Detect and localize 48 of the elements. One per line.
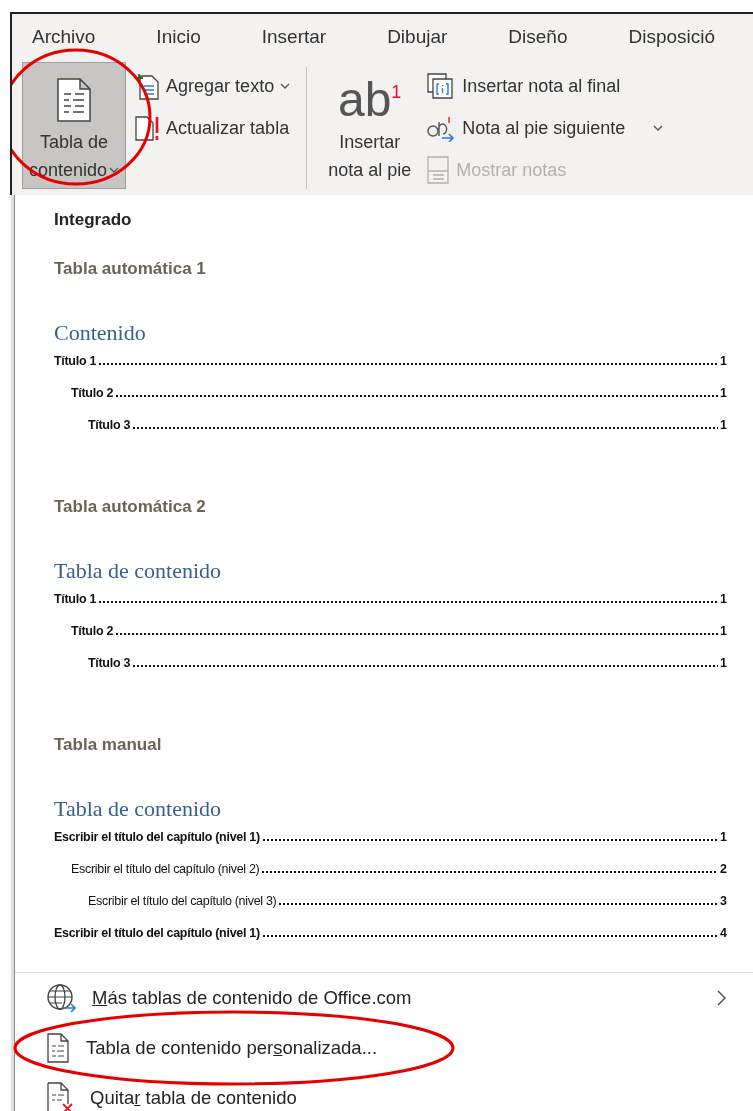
next-footnote-icon <box>426 114 457 142</box>
page-number: 2 <box>720 862 727 876</box>
toc-heading: Tabla de contenido <box>54 795 223 823</box>
page-number: 3 <box>720 894 727 908</box>
ribbon-button[interactable]: Nota al pie siguiente <box>424 108 666 148</box>
page-number: 1 <box>720 418 727 432</box>
page-number: 1 <box>720 354 727 368</box>
toc-heading: Contenido <box>54 319 147 347</box>
section-header: Integrado <box>54 209 133 231</box>
page-number: 1 <box>720 830 727 844</box>
toc-entry-title: Título 3 <box>88 656 131 670</box>
menu-item[interactable]: Más tablas de contenido de Office.com <box>15 973 753 1023</box>
ribbon-large-button[interactable]: Tabla de contenido <box>22 62 127 189</box>
remove-document-icon <box>46 1082 74 1111</box>
page-number: 1 <box>720 386 727 400</box>
notes-icon <box>426 155 451 185</box>
document-icon <box>46 1033 70 1063</box>
page-number: 4 <box>720 926 727 940</box>
ribbon-tab[interactable]: Dibujar <box>387 21 448 55</box>
toc-heading: Tabla de contenido <box>54 557 223 585</box>
ribbon-button[interactable]: Actualizar tabla <box>132 108 293 148</box>
ribbon-button[interactable]: Agregar texto <box>132 66 293 106</box>
globe-icon <box>46 983 76 1013</box>
ribbon-tab[interactable]: Disposició <box>628 21 716 55</box>
ribbon-button[interactable]: Insertar nota al final <box>424 66 666 106</box>
menu-item[interactable]: Quitar tabla de contenido <box>15 1073 753 1111</box>
ribbon-tab[interactable]: Archivo <box>32 21 96 55</box>
toc-entry-title: Escribir el título del capítulo (nivel 2) <box>71 862 260 876</box>
document-icon <box>57 77 92 122</box>
toc-entry-title: Escribir el título del capítulo (nivel 1) <box>54 830 260 844</box>
ribbon-tab[interactable]: Diseño <box>508 21 568 55</box>
toc-entry-title: Título 2 <box>71 386 114 400</box>
toc-entry-title: Título 1 <box>54 592 97 606</box>
document-alert-icon <box>134 114 161 142</box>
ribbon-tab[interactable]: Insertar <box>261 21 327 55</box>
gallery-title: Tabla manual <box>54 734 163 756</box>
gallery-title: Tabla automática 2 <box>54 496 207 518</box>
toc-entry-title: Título 3 <box>88 418 131 432</box>
gallery-title: Tabla automática 1 <box>54 258 207 280</box>
ribbon-tab[interactable]: Inicio <box>156 21 201 55</box>
toc-entry-title: Escribir el título del capítulo (nivel 1) <box>54 926 260 940</box>
page-number: 1 <box>720 624 727 638</box>
toc-entry-title: Título 2 <box>71 624 114 638</box>
toc-entry-title: Título 1 <box>54 354 97 368</box>
page-number: 1 <box>720 592 727 606</box>
page-number: 1 <box>720 656 727 670</box>
menu-item[interactable]: Tabla de contenido personalizada... <box>15 1023 753 1073</box>
toc-entry-title: Escribir el título del capítulo (nivel 3) <box>88 894 277 908</box>
